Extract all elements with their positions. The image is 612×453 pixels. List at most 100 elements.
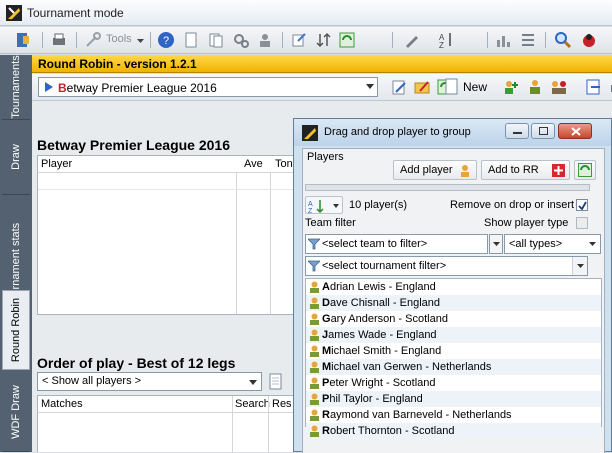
round-robin-title: Round Robin - version 1.2.1 [38,57,197,71]
tab-draw[interactable]: Draw [2,120,30,195]
toolbar-separator [282,32,283,48]
dialog-title: Drag and drop player to group [324,126,471,138]
players-panel: Players Add player Add to RR AZ 10 playe… [302,148,605,453]
players-icon[interactable] [550,78,568,96]
column-matches[interactable]: Matches [41,398,83,410]
tab-round-robin[interactable]: Round Robin [2,290,30,370]
list-item[interactable]: Phil Taylor - England [306,391,601,407]
player-type-select[interactable]: <all types> [504,234,601,254]
export-icon[interactable] [290,31,308,49]
toolbar-separator [42,32,43,48]
list-item[interactable]: Dave Chisnall - England [306,295,601,311]
dart-app-icon [6,5,22,21]
person-icon [310,409,319,421]
chart-icon[interactable] [494,31,512,49]
help-icon[interactable]: ? [157,31,175,49]
progress-bar [305,184,590,191]
list-item[interactable]: Michael Smith - England [306,343,601,359]
svg-text:?: ? [163,35,169,47]
refresh-button[interactable] [574,160,596,180]
list-icon[interactable] [519,31,537,49]
toolbar-separator [545,32,546,48]
maximize-icon [539,127,548,135]
show-players-select[interactable]: < Show all players > [37,372,262,391]
list-item[interactable]: Michael van Gerwen - Netherlands [306,359,601,375]
list-item[interactable]: Robert Thornton - Scotland [306,423,601,439]
column-ave[interactable]: Ave [244,158,263,170]
sort-az-icon: AZ [308,200,324,213]
list-item[interactable]: James Wade - England [306,327,601,343]
remove-on-drop-label: Remove on drop or insert [450,199,575,211]
bug-icon[interactable] [580,31,598,49]
add-player-icon[interactable] [502,78,520,96]
document-icon[interactable] [182,31,200,49]
tab-wdf-draw[interactable]: WDF Draw [2,373,30,452]
new-button[interactable]: New [445,77,501,97]
team-filter-select[interactable]: <select team to filter> [305,234,488,254]
person-icon [310,281,319,293]
svg-text:A: A [308,201,313,208]
pencil-icon[interactable] [403,31,421,49]
player-grid[interactable]: Player Ave Ton [37,155,297,315]
league-title: Betway Premier League 2016 [37,137,230,153]
sort-az-icon[interactable]: AZ [437,31,455,49]
chevron-down-icon [589,242,596,246]
tournament-filter-select[interactable]: <select tournament filter> [305,256,588,276]
window-title: Tournament mode [27,6,124,20]
team-filter-dropdown[interactable] [489,234,503,254]
folder-edit-icon[interactable] [413,78,431,96]
person-icon [310,297,319,309]
close-button[interactable] [558,123,592,139]
refresh-icon[interactable] [338,31,356,49]
minimize-button[interactable] [505,123,529,139]
column-ton[interactable]: Ton [275,158,293,170]
chevron-down-icon [333,204,339,208]
person-icon [310,377,319,389]
column-res[interactable]: Res [272,398,292,410]
players-section-label: Players [307,151,344,163]
toolbar-separator [392,32,393,48]
settings-icon[interactable] [232,31,250,49]
maximize-button[interactable] [531,123,555,139]
tools-icon[interactable] [84,31,102,49]
document-icon[interactable] [267,373,285,391]
list-item[interactable]: Adrian Lewis - England [306,279,601,295]
tab-tournaments[interactable]: Tournaments [2,55,30,120]
tools-menu[interactable]: Tools [106,33,132,45]
list-item[interactable]: Gary Anderson - Scotland [306,311,601,327]
new-document-icon [445,78,458,95]
column-search[interactable]: Search [235,398,270,410]
list-item[interactable]: Raymond van Barneveld - Netherlands [306,407,601,423]
list-item[interactable]: Peter Wright - Scotland [306,375,601,391]
documents-icon[interactable] [207,31,225,49]
player-list[interactable]: Adrian Lewis - England Dave Chisnall - E… [305,278,602,439]
team-icon[interactable] [256,31,274,49]
dialog-title-bar[interactable]: Drag and drop player to group [294,119,611,146]
show-player-type-checkbox[interactable] [576,217,588,229]
remove-on-drop-checkbox[interactable] [576,199,588,211]
league-select[interactable]: Betway Premier League 2016 [38,77,378,97]
league-toolbar: Betway Premier League 2016 New [32,74,612,101]
minimize-icon [513,132,522,134]
sort-button[interactable]: AZ [305,196,343,214]
player-count: 10 player(s) [349,199,408,211]
print-icon[interactable] [50,31,68,49]
matches-grid[interactable]: Matches Search Res [37,395,297,452]
sort-icon[interactable] [315,31,333,49]
person-icon [310,345,319,357]
print-icon[interactable] [608,78,612,96]
export-sheet-icon[interactable] [585,78,603,96]
vertical-tab-strip: Tournaments Draw Tournament stats Round … [0,55,32,452]
player-group-icon[interactable] [526,78,544,96]
filter-icon [308,260,320,272]
add-player-button[interactable]: Add player [393,160,477,180]
chevron-down-icon [366,84,374,89]
exit-icon[interactable] [14,31,32,49]
person-icon [310,313,319,325]
column-player[interactable]: Player [41,158,72,170]
plus-icon [552,164,565,177]
add-to-rr-button[interactable]: Add to RR [481,160,570,180]
magnifier-icon[interactable] [554,31,572,49]
player-grid-header: Player Ave Ton [38,156,296,173]
edit-icon[interactable] [390,78,408,96]
